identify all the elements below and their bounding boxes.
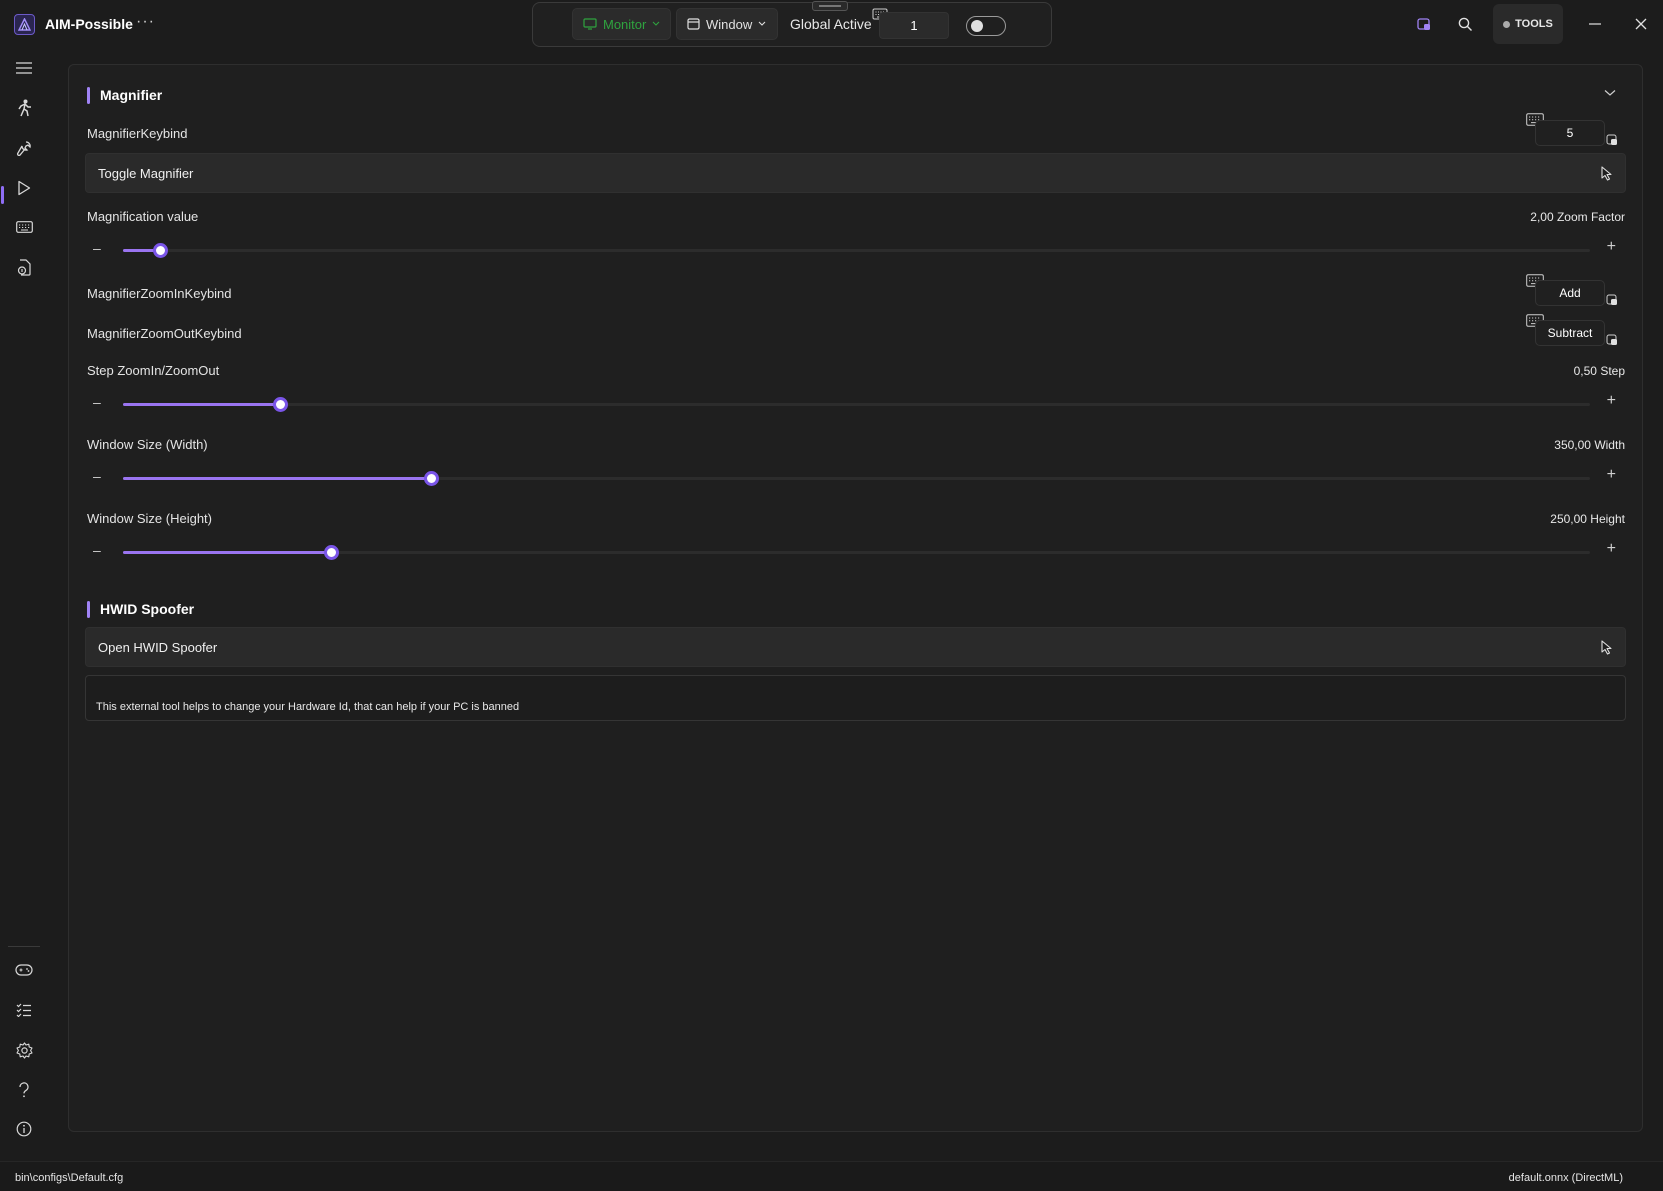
chevron-down-icon [652, 21, 660, 26]
title-bar: AIM-Possible ··· Monitor Window Global A… [0, 0, 1663, 48]
gamepad-icon[interactable] [12, 958, 36, 982]
zoom-out-keybind-field[interactable]: Subtract [1535, 320, 1605, 346]
aim-figure-icon[interactable] [12, 96, 36, 120]
increment-button[interactable]: + [1607, 466, 1616, 484]
gear-icon[interactable] [12, 1038, 36, 1062]
search-icon[interactable] [1455, 14, 1475, 34]
increment-button[interactable]: + [1607, 540, 1616, 558]
hwid-description-box: This external tool helps to change your … [85, 675, 1626, 721]
magnification-value-readout: 2,00 Zoom Factor [1530, 210, 1625, 224]
open-hwid-spoofer-button[interactable]: Open HWID Spoofer [85, 627, 1626, 667]
window-button[interactable]: Window [676, 8, 778, 40]
window-height-readout: 250,00 Height [1550, 512, 1625, 526]
window-width-label: Window Size (Width) [87, 437, 208, 452]
slider-thumb[interactable] [152, 243, 168, 258]
decrement-button[interactable]: – [93, 394, 101, 410]
window-icon [687, 18, 700, 30]
slider-track[interactable] [123, 243, 1590, 258]
monitor-icon [583, 18, 597, 30]
slider-thumb[interactable] [272, 397, 288, 412]
decrement-button[interactable]: – [93, 542, 101, 558]
magnification-value-label: Magnification value [87, 209, 199, 224]
chevron-down-icon [758, 21, 766, 26]
toggle-magnifier-button[interactable]: Toggle Magnifier [85, 153, 1626, 193]
close-icon[interactable] [1631, 14, 1651, 34]
step-zoom-label: Step ZoomIn/ZoomOut [87, 363, 220, 378]
step-zoom-slider[interactable]: – + [85, 392, 1626, 416]
model-name: default.onnx (DirectML) [1508, 1172, 1623, 1184]
tools-label: TOOLS [1515, 18, 1553, 30]
status-bar: bin\configs\Default.cfg default.onnx (Di… [0, 1161, 1663, 1191]
play-icon[interactable] [12, 176, 36, 200]
magnifier-keybind-field[interactable]: 5 [1535, 120, 1605, 146]
slider-track[interactable] [123, 397, 1590, 412]
magnification-slider[interactable]: – + [85, 238, 1626, 262]
window-height-slider[interactable]: – + [85, 540, 1626, 564]
increment-button[interactable]: + [1607, 238, 1616, 256]
chevron-down-icon[interactable] [1604, 84, 1616, 102]
slider-fill [123, 403, 280, 406]
app-window: AIM-Possible ··· Monitor Window Global A… [0, 0, 1663, 1191]
section-title-magnifier: Magnifier [87, 87, 162, 104]
keyboard-icon[interactable] [12, 215, 36, 239]
toggle-magnifier-label: Toggle Magnifier [98, 166, 194, 181]
drag-handle[interactable] [812, 1, 848, 11]
help-icon[interactable] [12, 1078, 36, 1102]
slider-thumb[interactable] [324, 545, 340, 560]
checklist-icon[interactable] [12, 998, 36, 1022]
slider-thumb[interactable] [424, 471, 440, 486]
rail-active-indicator [1, 186, 4, 204]
window-width-slider[interactable]: – + [85, 466, 1626, 490]
clear-keybind-icon[interactable] [1606, 292, 1618, 305]
info-icon[interactable] [12, 1117, 36, 1141]
slider-track[interactable] [123, 545, 1590, 560]
window-height-label: Window Size (Height) [87, 511, 212, 526]
app-title: AIM-Possible [45, 16, 133, 32]
cursor-icon [1601, 640, 1613, 660]
overlay-icon[interactable] [1414, 14, 1434, 34]
monitor-button[interactable]: Monitor [572, 8, 671, 40]
file-info-icon[interactable] [12, 255, 36, 279]
open-hwid-spoofer-label: Open HWID Spoofer [98, 640, 218, 655]
step-zoom-readout: 0,50 Step [1573, 364, 1625, 378]
decrement-button[interactable]: – [93, 240, 101, 256]
config-path: bin\configs\Default.cfg [15, 1172, 124, 1184]
app-logo-icon [14, 14, 35, 35]
hwid-description-text: This external tool helps to change your … [96, 701, 520, 713]
tools-status-dot [1503, 20, 1511, 28]
rail-divider [8, 946, 40, 947]
toggle-knob [971, 20, 983, 32]
clear-keybind-icon[interactable] [1606, 132, 1618, 145]
global-active-keybind-field[interactable]: 1 [879, 12, 949, 39]
zoom-in-keybind-field[interactable]: Add [1535, 280, 1605, 306]
settings-panel [68, 64, 1643, 1132]
zoom-in-keybind-label: MagnifierZoomInKeybind [87, 286, 232, 301]
section-title-hwid-spoofer: HWID Spoofer [87, 601, 194, 618]
window-label: Window [706, 16, 753, 32]
minimize-icon[interactable] [1585, 14, 1605, 34]
slider-fill [123, 477, 432, 480]
zoom-out-keybind-label: MagnifierZoomOutKeybind [87, 326, 242, 341]
global-active-label: Global Active [790, 16, 872, 32]
cursor-icon [1601, 166, 1613, 186]
left-nav-rail [0, 48, 48, 1161]
monitor-label: Monitor [603, 16, 647, 32]
global-active-toggle[interactable] [966, 16, 1006, 36]
tools-button[interactable]: TOOLS [1493, 4, 1563, 44]
slider-fill [123, 551, 332, 554]
wrench-icon[interactable] [12, 136, 36, 160]
slider-track[interactable] [123, 471, 1590, 486]
hamburger-menu-icon[interactable] [12, 56, 36, 80]
decrement-button[interactable]: – [93, 468, 101, 484]
window-width-readout: 350,00 Width [1554, 438, 1625, 452]
clear-keybind-icon[interactable] [1606, 332, 1618, 345]
increment-button[interactable]: + [1607, 392, 1616, 410]
magnifier-keybind-label: MagnifierKeybind [87, 126, 188, 141]
more-menu-button[interactable]: ··· [136, 13, 155, 31]
